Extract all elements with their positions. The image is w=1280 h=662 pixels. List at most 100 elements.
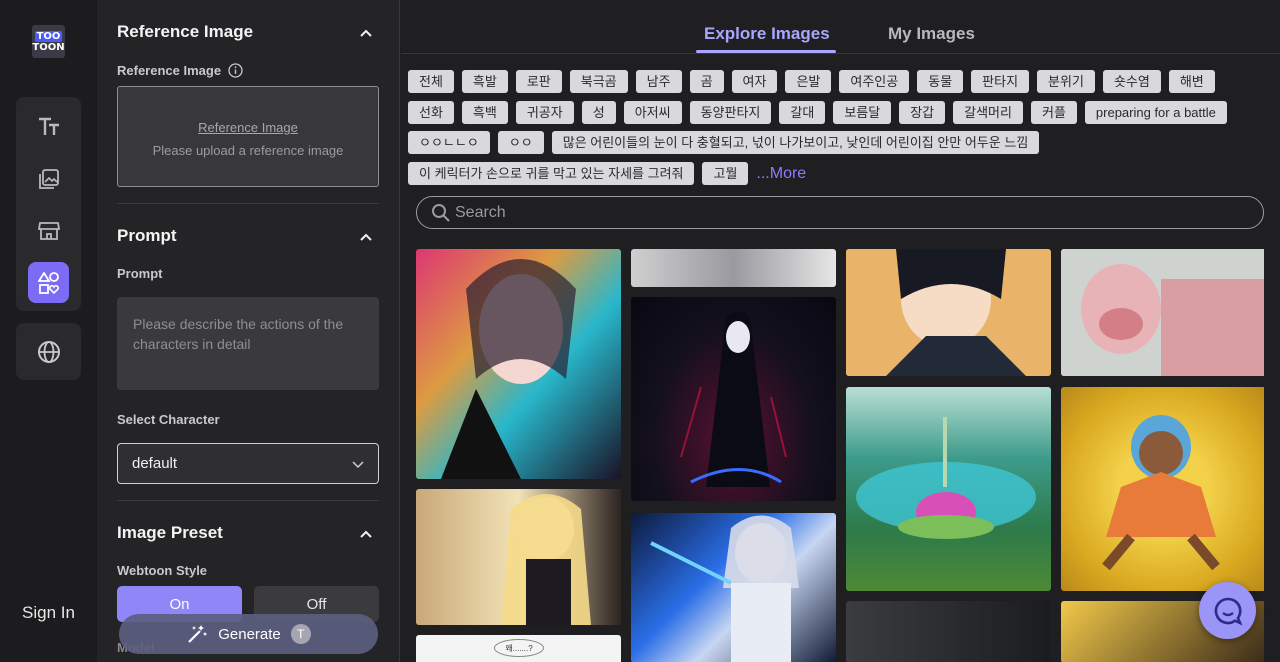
collapse-prompt-icon[interactable] — [359, 230, 373, 244]
tag-chip[interactable]: ㅇㅇㄴㄴㅇ — [408, 131, 490, 154]
tag-chip[interactable]: 남주 — [635, 70, 682, 93]
tag-chip[interactable]: 갈대 — [779, 101, 826, 124]
image-artwork — [856, 417, 1036, 539]
tab-explore-images[interactable]: Explore Images — [704, 24, 830, 44]
image-thumbnail[interactable] — [416, 249, 621, 479]
tag-chip[interactable]: 해변 — [1168, 70, 1215, 93]
tag-row: 전체 흑발 로판 북극곰 남주 곰 여자 은발 여주인공 동물 판타지 분위기 숏수염 해변 — [408, 70, 1215, 93]
image-thumbnail[interactable] — [846, 387, 1051, 591]
tag-chip[interactable]: 귀공자 — [515, 101, 574, 124]
section-divider — [117, 203, 379, 204]
image-thumbnail[interactable] — [846, 249, 1051, 376]
reference-upload-link[interactable]: Reference Image — [118, 120, 378, 135]
tag-chip[interactable]: 로판 — [515, 70, 562, 93]
image-thumbnail[interactable]: 왜.......? — [416, 635, 621, 662]
search-input[interactable]: Search — [416, 196, 1264, 229]
logo-text-bottom: TOON — [32, 41, 65, 53]
image-artwork — [650, 515, 799, 662]
text-icon — [38, 117, 59, 135]
image-thumbnail[interactable] — [846, 601, 1051, 662]
globe-icon — [37, 340, 60, 363]
tag-chip[interactable]: 전체 — [408, 70, 454, 93]
tag-chip[interactable]: 아저씨 — [623, 101, 682, 124]
reference-label: Reference Image — [117, 63, 243, 78]
sign-in-link[interactable]: Sign In — [22, 603, 75, 623]
tag-chip[interactable]: 동양판타지 — [689, 101, 772, 124]
store-icon — [37, 221, 60, 240]
magic-wand-icon — [188, 625, 208, 643]
token-badge: T — [290, 624, 311, 644]
image-thumbnail[interactable] — [631, 249, 836, 287]
reference-upload-hint: Please upload a reference image — [152, 143, 344, 158]
image-artwork — [680, 312, 787, 487]
shapes-icon — [37, 271, 59, 294]
tag-chip[interactable]: 여주인공 — [839, 70, 910, 93]
tag-chip[interactable]: 갈색머리 — [953, 101, 1023, 124]
shapes-tool-button[interactable] — [28, 262, 69, 303]
more-tags-link[interactable]: ...More — [756, 162, 806, 185]
reference-upload-box[interactable]: Reference Image Please upload a referenc… — [117, 86, 379, 187]
app-root: TOO TOON Sign In Reference Image Referen… — [0, 0, 1280, 662]
search-placeholder: Search — [455, 203, 506, 221]
image-artwork — [846, 249, 1051, 376]
app-logo[interactable]: TOO TOON — [32, 25, 65, 58]
image-artwork — [1102, 415, 1220, 571]
generate-button[interactable]: Generate T — [119, 614, 378, 654]
gallery-tool-button[interactable] — [28, 158, 69, 199]
section-divider — [117, 500, 379, 501]
explore-area: Explore Images My Images 전체 흑발 로판 북극곰 남주 곰 여자 은… — [401, 0, 1280, 662]
tag-chip[interactable]: 여자 — [731, 70, 778, 93]
info-icon[interactable] — [228, 63, 243, 78]
chevron-down-icon — [352, 461, 364, 469]
tag-chip[interactable]: 흑발 — [461, 70, 508, 93]
generate-label: Generate — [218, 625, 281, 643]
tag-chip[interactable]: 흑백 — [461, 101, 508, 124]
tag-chip[interactable]: 숏수염 — [1102, 70, 1161, 93]
image-artwork — [416, 489, 621, 625]
collapse-reference-icon[interactable] — [359, 26, 373, 40]
tool-group — [16, 97, 81, 311]
store-tool-button[interactable] — [28, 210, 69, 251]
tag-chip[interactable]: preparing for a battle — [1084, 101, 1227, 124]
tag-chip[interactable]: 북극곰 — [569, 70, 628, 93]
logo-text-top: TOO — [34, 30, 63, 42]
character-select-value: default — [132, 455, 178, 472]
search-icon — [432, 203, 450, 222]
image-thumbnail[interactable] — [631, 297, 836, 501]
image-thumbnail[interactable] — [1061, 249, 1264, 376]
tag-row: 이 케릭터가 손으로 귀를 막고 있는 자세를 그려줘 고뭘 ...More — [408, 162, 806, 185]
image-thumbnail[interactable] — [631, 513, 836, 662]
language-button[interactable] — [16, 323, 81, 380]
image-grid: 왜.......? — [416, 249, 1264, 662]
tag-chip[interactable]: 동물 — [917, 70, 964, 93]
chat-support-button[interactable] — [1199, 582, 1256, 639]
tag-row: ㅇㅇㄴㄴㅇ ㅇㅇ 많은 어린이들의 눈이 다 충혈되고, 넋이 나가보이고, 낮인데… — [408, 131, 1040, 154]
tag-chip[interactable]: 선화 — [408, 101, 454, 124]
tag-chip[interactable]: 보름달 — [833, 101, 892, 124]
tag-chip[interactable]: 고뭘 — [702, 162, 749, 185]
image-thumbnail[interactable] — [1061, 387, 1264, 591]
tag-row: 선화 흑백 귀공자 성 아저씨 동양판타지 갈대 보름달 장갑 갈색머리 커플 preparing f… — [408, 101, 1227, 124]
gallery-icon — [38, 168, 59, 189]
preset-section-title: Image Preset — [117, 523, 223, 542]
prompt-input[interactable]: Please describe the actions of the chara… — [117, 297, 379, 390]
text-tool-button[interactable] — [28, 106, 69, 147]
tag-chip[interactable]: 은발 — [785, 70, 832, 93]
tag-chip[interactable]: 장갑 — [899, 101, 946, 124]
webtoon-style-label: Webtoon Style — [117, 563, 208, 578]
reference-label-text: Reference Image — [117, 63, 222, 78]
tab-my-images[interactable]: My Images — [888, 24, 975, 44]
chat-icon — [1214, 597, 1242, 626]
tag-chip[interactable]: ㅇㅇ — [497, 131, 544, 154]
image-thumbnail[interactable] — [416, 489, 621, 625]
tag-chip[interactable]: 성 — [581, 101, 616, 124]
tag-chip[interactable]: 많은 어린이들의 눈이 다 충혈되고, 넋이 나가보이고, 낮인데 어린이집 안… — [551, 131, 1040, 154]
tag-chip[interactable]: 분위기 — [1037, 70, 1095, 93]
tag-chip[interactable]: 곰 — [689, 70, 724, 93]
collapse-preset-icon[interactable] — [359, 527, 373, 541]
tag-chip[interactable]: 이 케릭터가 손으로 귀를 막고 있는 자세를 그려줘 — [408, 162, 695, 185]
character-select[interactable]: default — [117, 443, 379, 484]
tag-chip[interactable]: 판타지 — [971, 70, 1030, 93]
tag-chip[interactable]: 커플 — [1030, 101, 1077, 124]
prompt-label: Prompt — [117, 266, 163, 281]
